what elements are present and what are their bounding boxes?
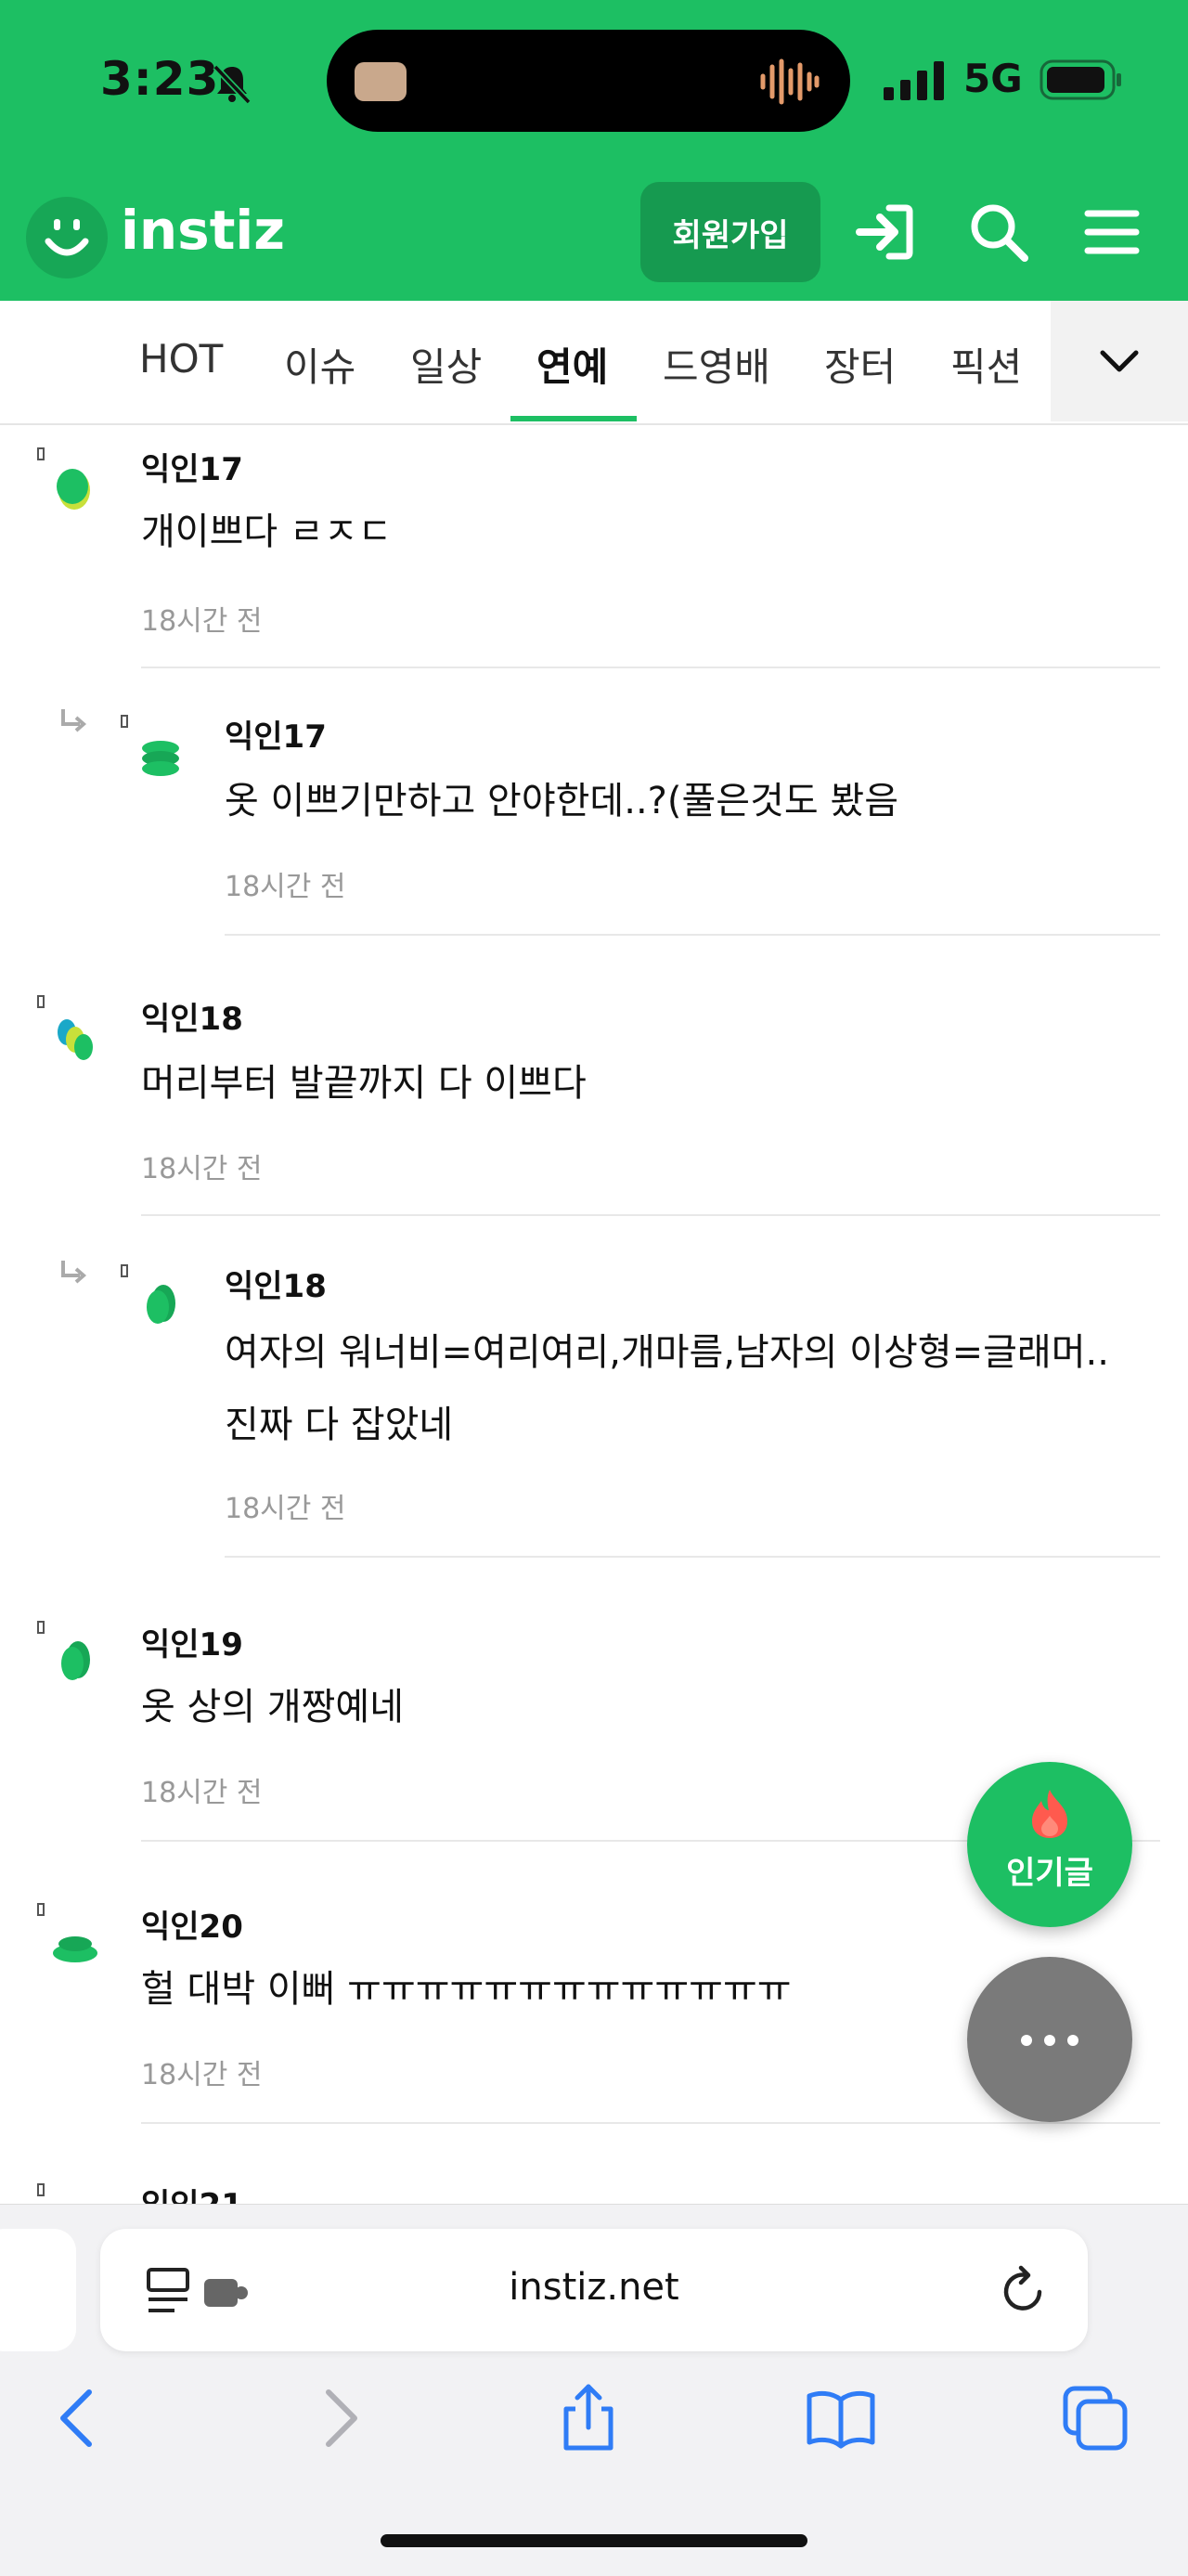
avatar-icon [61,1641,90,1680]
comment-time: 18시간 전 [225,871,346,903]
fire-icon [1032,1790,1067,1838]
active-tab-indicator [510,416,637,421]
instiz-logo[interactable]: instiz [26,191,304,278]
avatar-icon [147,1285,175,1324]
tab-issue[interactable]: 이슈 [284,336,355,393]
login-icon[interactable] [852,199,919,265]
comment-author: 익인19 [141,1626,243,1663]
comment-author: 익인17 [141,451,243,488]
divider [141,667,1160,668]
popular-posts-button[interactable]: 인기글 [967,1762,1132,1927]
comment-marker [37,2183,45,2196]
comment-text-line-1: 여자의 워너비=여리여리,개마름,남자의 이상형=글래머.. [225,1331,1109,1374]
comment-text: 개이쁘다 ㄹㅈㄷ [141,511,393,553]
audio-wave-icon [760,58,820,105]
signup-button[interactable]: 회원가입 [640,182,820,282]
divider [141,2122,1160,2124]
tab-daily[interactable]: 일상 [410,336,482,393]
comment-time: 18시간 전 [141,1153,263,1185]
share-icon[interactable] [551,2381,626,2455]
category-tabs: HOT 이슈 일상 연예 드영배 장터 픽션 [0,301,1188,425]
comment-author: 익인20 [141,1909,243,1946]
now-playing-thumbnail [355,62,407,101]
chevron-down-icon [1100,350,1139,372]
forward-arrow-icon[interactable] [301,2381,375,2455]
reload-icon[interactable] [999,2264,1051,2316]
divider [225,934,1160,936]
browser-toolbar: instiz.net [0,2204,1188,2576]
tab-market[interactable]: 장터 [824,336,896,393]
comment-time: 18시간 전 [141,1777,263,1809]
status-time: 3:23 [100,52,220,106]
ellipsis-icon [1021,2035,1078,2046]
logo-text: instiz [121,199,286,262]
comment-text: 머리부터 발끝까지 다 이쁘다 [141,1062,587,1105]
comment-time: 18시간 전 [141,2059,263,2091]
divider [141,1214,1160,1216]
address-bar[interactable]: instiz.net [100,2229,1088,2351]
status-bar: 3:23 5G [0,0,1188,167]
previous-tab-preview[interactable] [0,2229,76,2351]
comment-time: 18시간 전 [225,1493,346,1525]
popular-posts-label: 인기글 [1006,1855,1093,1892]
hamburger-menu-icon[interactable] [1078,199,1145,265]
home-indicator [381,2534,807,2547]
reply-arrow-icon [61,709,87,732]
bell-slash-icon [213,64,252,105]
comment-marker [37,995,45,1008]
avatar-icon [142,741,179,776]
comment-item-partial: 익인21 [0,2163,1188,2204]
battery-icon [1040,59,1121,100]
comment-marker [37,1621,45,1634]
comment-marker [121,715,128,728]
reply-arrow-icon [61,1261,87,1284]
more-menu-button[interactable] [967,1957,1132,2122]
dynamic-island [327,30,850,132]
tab-entertainment[interactable]: 연예 [536,336,608,393]
avatar-icon [58,1019,93,1060]
avatar-icon [57,469,90,510]
divider [225,1556,1160,1558]
comment-author: 익인18 [141,1001,243,1038]
avatar-icon [53,1936,97,1962]
network-type: 5G [963,56,1023,101]
url-text[interactable]: instiz.net [100,2266,1088,2309]
tab-fiction[interactable]: 픽션 [950,336,1022,393]
app-header: instiz 회원가입 [0,167,1188,301]
comment-marker [121,1264,128,1277]
comment-text: 옷 이쁘기만하고 안야한데..?(풀은것도 봤음 [225,780,899,822]
comment-time: 18시간 전 [141,605,263,638]
comment-author: 익인18 [225,1268,327,1305]
logo-smile-icon [26,197,108,278]
comment-text: 옷 상의 개짱예네 [141,1686,405,1728]
comment-author: 익인21 [141,2180,243,2204]
tabs-expand-button[interactable] [1051,301,1188,421]
comment-author: 익인17 [225,718,327,756]
comment-text-line-2: 진짜 다 잡았네 [225,1404,454,1446]
top-bar: 3:23 5G instiz 회원가입 [0,0,1188,301]
tab-hot[interactable]: HOT [139,336,223,382]
bookmarks-icon[interactable] [804,2381,878,2455]
tabs-icon[interactable] [1058,2381,1132,2455]
search-icon[interactable] [965,199,1032,265]
tab-drama-movie[interactable]: 드영배 [663,336,770,393]
comment-text: 헐 대박 이뻐 ㅠㅠㅠㅠㅠㅠㅠㅠㅠㅠㅠㅠㅠ [141,1968,792,2011]
back-arrow-icon[interactable] [43,2381,117,2455]
signal-icon [884,61,944,100]
comment-marker [37,447,45,460]
comment-marker [37,1903,45,1916]
